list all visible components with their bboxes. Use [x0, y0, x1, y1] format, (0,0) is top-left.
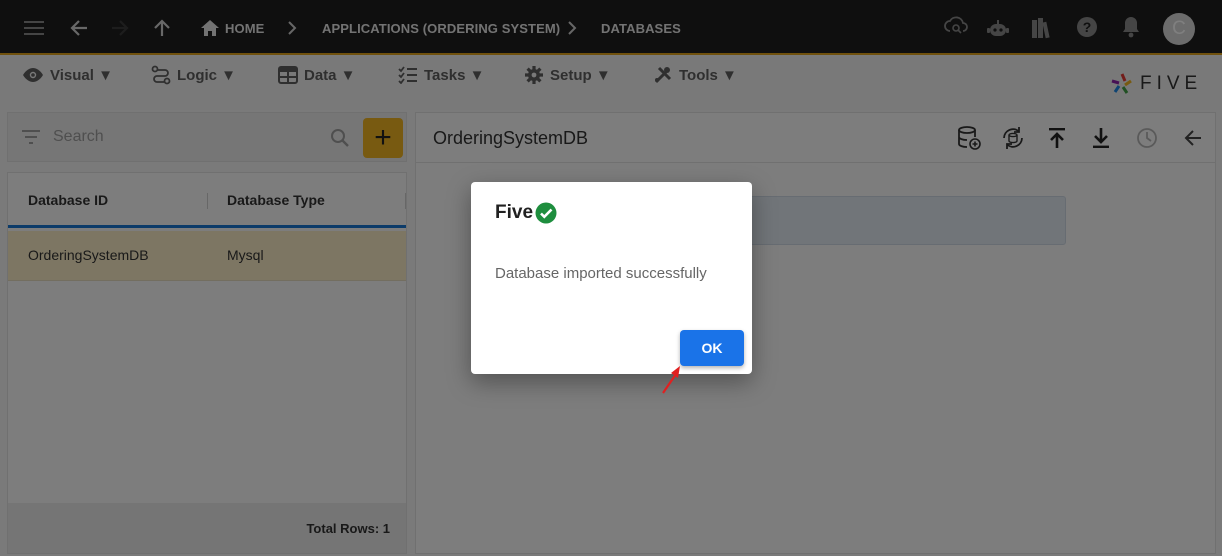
check-circle-icon [535, 202, 557, 224]
success-dialog: Five Database imported successfully OK [471, 182, 752, 374]
dialog-message: Database imported successfully [495, 265, 707, 282]
ok-button[interactable]: OK [680, 330, 744, 366]
pointer-arrow-icon [662, 366, 680, 394]
dialog-title-text: Five [495, 202, 534, 223]
dialog-title: Five [495, 202, 557, 224]
